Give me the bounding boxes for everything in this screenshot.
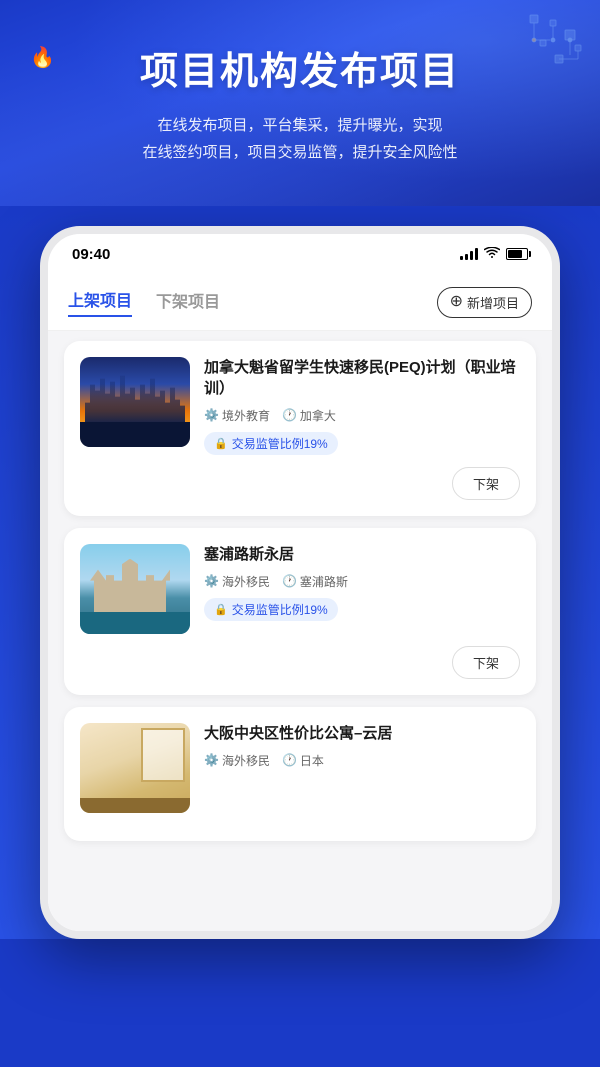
card-info-2: 塞浦路斯永居 ⚙️ 海外移民 🕐 塞浦路斯 (204, 544, 520, 634)
project-title-3: 大阪中央区性价比公寓–云居 (204, 723, 520, 744)
project-card-3[interactable]: 大阪中央区性价比公寓–云居 ⚙️ 海外移民 🕐 日本 (64, 707, 536, 841)
badge-text-1: 交易监管比例19% (232, 435, 328, 452)
location-icon-2: 🕐 (282, 574, 297, 588)
category-text-2: 海外移民 (222, 573, 270, 590)
project-card-2[interactable]: 塞浦路斯永居 ⚙️ 海外移民 🕐 塞浦路斯 (64, 528, 536, 695)
category-icon-2: ⚙️ (204, 574, 219, 588)
phone-container: 09:40 (0, 206, 600, 939)
card-main-1: 加拿大魁省留学生快速移民(PEQ)计划（职业培训） ⚙️ 境外教育 🕐 加拿大 (80, 357, 520, 455)
card-meta-3: ⚙️ 海外移民 🕐 日本 (204, 752, 520, 769)
tab-active-projects[interactable]: 上架项目 (68, 287, 132, 317)
location-text-2: 塞浦路斯 (300, 573, 348, 590)
status-icons (460, 246, 528, 262)
meta-location-3: 🕐 日本 (282, 752, 324, 769)
category-icon-1: ⚙️ (204, 408, 219, 422)
status-bar: 09:40 (48, 234, 552, 271)
battery-icon (506, 248, 528, 260)
card-footer-1: 下架 (80, 467, 520, 500)
trade-badge-1: 🔒 交易监管比例19% (204, 432, 338, 455)
project-image-3 (80, 723, 190, 813)
tab-bar: 上架项目 下架项目 ⊕ 新增项目 (48, 271, 552, 331)
signal-icon (460, 248, 478, 260)
card-main-2: 塞浦路斯永居 ⚙️ 海外移民 🕐 塞浦路斯 (80, 544, 520, 634)
card-info-3: 大阪中央区性价比公寓–云居 ⚙️ 海外移民 🕐 日本 (204, 723, 520, 813)
meta-category-2: ⚙️ 海外移民 (204, 573, 270, 590)
location-text-3: 日本 (300, 752, 324, 769)
add-icon: ⊕ (450, 294, 463, 310)
project-image-1 (80, 357, 190, 447)
wifi-icon (484, 246, 500, 262)
hero-subtitle: 在线发布项目，平台集采，提升曝光，实现 在线签约项目，项目交易监管，提升安全风险… (30, 112, 570, 166)
cards-container: 加拿大魁省留学生快速移民(PEQ)计划（职业培训） ⚙️ 境外教育 🕐 加拿大 (48, 331, 552, 931)
project-title-1: 加拿大魁省留学生快速移民(PEQ)计划（职业培训） (204, 357, 520, 399)
category-text-3: 海外移民 (222, 752, 270, 769)
badge-text-2: 交易监管比例19% (232, 601, 328, 618)
hero-section: 🔥 项目机构发布项目 在线发布项目，平台集采，提升曝光，实现 在线签约项目，项目… (0, 0, 600, 206)
meta-category-3: ⚙️ 海外移民 (204, 752, 270, 769)
delist-button-2[interactable]: 下架 (452, 646, 520, 679)
location-text-1: 加拿大 (300, 407, 336, 424)
location-icon-1: 🕐 (282, 408, 297, 422)
meta-location-1: 🕐 加拿大 (282, 407, 336, 424)
category-text-1: 境外教育 (222, 407, 270, 424)
card-meta-1: ⚙️ 境外教育 🕐 加拿大 (204, 407, 520, 424)
lock-icon-1: 🔒 (214, 437, 228, 450)
card-meta-2: ⚙️ 海外移民 🕐 塞浦路斯 (204, 573, 520, 590)
add-project-button[interactable]: ⊕ 新增项目 (437, 287, 532, 318)
meta-category-1: ⚙️ 境外教育 (204, 407, 270, 424)
status-time: 09:40 (72, 246, 110, 263)
project-card-1[interactable]: 加拿大魁省留学生快速移民(PEQ)计划（职业培训） ⚙️ 境外教育 🕐 加拿大 (64, 341, 536, 516)
location-icon-3: 🕐 (282, 753, 297, 767)
meta-location-2: 🕐 塞浦路斯 (282, 573, 348, 590)
trade-badge-2: 🔒 交易监管比例19% (204, 598, 338, 621)
phone-mockup: 09:40 (40, 226, 560, 939)
add-button-label: 新增项目 (467, 293, 519, 312)
category-icon-3: ⚙️ (204, 753, 219, 767)
app-content: 上架项目 下架项目 ⊕ 新增项目 加拿大魁省留学生快速移民(PEQ) (48, 271, 552, 931)
hero-title: 项目机构发布项目 (30, 50, 570, 96)
card-footer-2: 下架 (80, 646, 520, 679)
delist-button-1[interactable]: 下架 (452, 467, 520, 500)
card-main-3: 大阪中央区性价比公寓–云居 ⚙️ 海外移民 🕐 日本 (80, 723, 520, 813)
project-title-2: 塞浦路斯永居 (204, 544, 520, 565)
project-image-2 (80, 544, 190, 634)
tab-inactive-projects[interactable]: 下架项目 (156, 288, 220, 316)
lock-icon-2: 🔒 (214, 603, 228, 616)
card-info-1: 加拿大魁省留学生快速移民(PEQ)计划（职业培训） ⚙️ 境外教育 🕐 加拿大 (204, 357, 520, 455)
